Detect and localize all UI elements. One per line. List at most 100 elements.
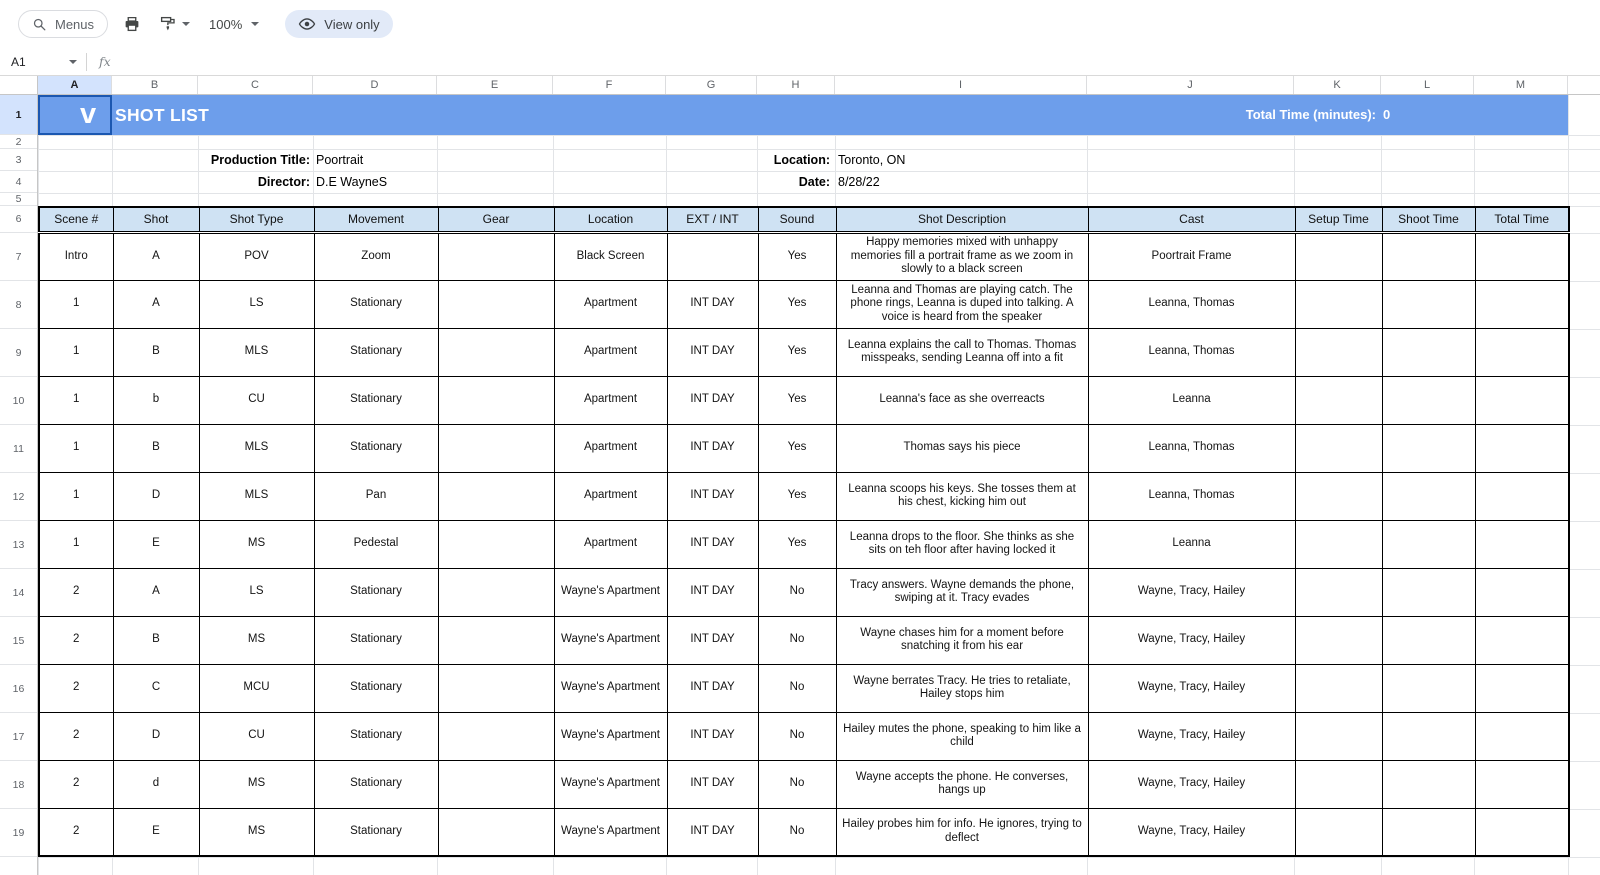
table-cell[interactable] bbox=[438, 664, 554, 712]
table-cell[interactable] bbox=[1295, 568, 1382, 616]
table-cell[interactable]: MLS bbox=[199, 328, 314, 376]
table-cell[interactable]: MLS bbox=[199, 424, 314, 472]
row-header-4[interactable]: 4 bbox=[0, 171, 37, 193]
table-cell[interactable] bbox=[1475, 520, 1569, 568]
table-cell[interactable] bbox=[1295, 424, 1382, 472]
table-cell[interactable]: 2 bbox=[39, 664, 113, 712]
table-cell[interactable]: Apartment bbox=[554, 520, 667, 568]
production-title-value[interactable]: Poortrait bbox=[316, 149, 363, 171]
row-header-17[interactable]: 17 bbox=[0, 713, 37, 761]
table-cell[interactable]: C bbox=[113, 664, 199, 712]
table-header-cell[interactable]: Scene # bbox=[39, 207, 113, 232]
table-cell[interactable]: Apartment bbox=[554, 328, 667, 376]
column-header-C[interactable]: C bbox=[198, 76, 313, 94]
date-label[interactable]: Date: bbox=[799, 171, 830, 193]
table-cell[interactable]: Stationary bbox=[314, 760, 438, 808]
table-cell[interactable] bbox=[1295, 616, 1382, 664]
table-cell[interactable] bbox=[438, 472, 554, 520]
table-cell[interactable]: Zoom bbox=[314, 232, 438, 280]
row-header-5[interactable]: 5 bbox=[0, 193, 37, 206]
table-cell[interactable] bbox=[1475, 808, 1569, 856]
table-cell[interactable]: Wayne's Apartment bbox=[554, 616, 667, 664]
view-only-badge[interactable]: View only bbox=[285, 10, 392, 38]
table-cell[interactable] bbox=[438, 376, 554, 424]
table-cell[interactable]: Stationary bbox=[314, 280, 438, 328]
table-cell[interactable]: Wayne chases him for a moment before sna… bbox=[836, 616, 1088, 664]
table-cell[interactable]: Wayne, Tracy, Hailey bbox=[1088, 568, 1295, 616]
table-cell[interactable]: Apartment bbox=[554, 280, 667, 328]
row-header-3[interactable]: 3 bbox=[0, 149, 37, 171]
table-cell[interactable]: Leanna, Thomas bbox=[1088, 280, 1295, 328]
table-cell[interactable]: MS bbox=[199, 760, 314, 808]
table-cell[interactable] bbox=[438, 328, 554, 376]
table-cell[interactable]: Leanna's face as she overreacts bbox=[836, 376, 1088, 424]
column-header-K[interactable]: K bbox=[1294, 76, 1381, 94]
table-cell[interactable]: INT DAY bbox=[667, 712, 758, 760]
table-cell[interactable]: Pan bbox=[314, 472, 438, 520]
table-cell[interactable] bbox=[1475, 280, 1569, 328]
location-value[interactable]: Toronto, ON bbox=[838, 149, 905, 171]
table-cell[interactable]: 2 bbox=[39, 760, 113, 808]
table-header-cell[interactable]: Movement bbox=[314, 207, 438, 232]
table-cell[interactable]: Leanna, Thomas bbox=[1088, 328, 1295, 376]
column-header-G[interactable]: G bbox=[666, 76, 757, 94]
table-header-cell[interactable]: Shot Description bbox=[836, 207, 1088, 232]
table-cell[interactable]: INT DAY bbox=[667, 520, 758, 568]
table-cell[interactable]: INT DAY bbox=[667, 568, 758, 616]
table-cell[interactable]: Stationary bbox=[314, 664, 438, 712]
table-cell[interactable]: Leanna bbox=[1088, 376, 1295, 424]
table-cell[interactable]: Apartment bbox=[554, 472, 667, 520]
table-cell[interactable]: Wayne, Tracy, Hailey bbox=[1088, 664, 1295, 712]
table-cell[interactable]: Leanna explains the call to Thomas. Thom… bbox=[836, 328, 1088, 376]
table-header-cell[interactable]: Total Time bbox=[1475, 207, 1569, 232]
table-cell[interactable]: 2 bbox=[39, 712, 113, 760]
table-cell[interactable]: 2 bbox=[39, 616, 113, 664]
table-cell[interactable]: Stationary bbox=[314, 808, 438, 856]
table-cell[interactable]: Stationary bbox=[314, 424, 438, 472]
table-cell[interactable] bbox=[1382, 664, 1475, 712]
table-cell[interactable]: Wayne's Apartment bbox=[554, 760, 667, 808]
table-cell[interactable]: INT DAY bbox=[667, 472, 758, 520]
table-cell[interactable]: INT DAY bbox=[667, 424, 758, 472]
director-label[interactable]: Director: bbox=[258, 171, 310, 193]
row-header-16[interactable]: 16 bbox=[0, 665, 37, 713]
table-cell[interactable] bbox=[1295, 232, 1382, 280]
table-cell[interactable]: INT DAY bbox=[667, 760, 758, 808]
paint-format-button[interactable] bbox=[156, 12, 193, 36]
table-cell[interactable]: 1 bbox=[39, 328, 113, 376]
table-cell[interactable]: 1 bbox=[39, 424, 113, 472]
table-cell[interactable] bbox=[1475, 760, 1569, 808]
table-cell[interactable]: INT DAY bbox=[667, 808, 758, 856]
table-cell[interactable] bbox=[438, 424, 554, 472]
table-cell[interactable] bbox=[1382, 760, 1475, 808]
table-cell[interactable]: B bbox=[113, 616, 199, 664]
row-header-14[interactable]: 14 bbox=[0, 569, 37, 617]
table-cell[interactable]: Leanna scoops his keys. She tosses them … bbox=[836, 472, 1088, 520]
table-cell[interactable]: MS bbox=[199, 616, 314, 664]
table-cell[interactable] bbox=[1475, 664, 1569, 712]
table-cell[interactable]: Leanna, Thomas bbox=[1088, 472, 1295, 520]
column-header-F[interactable]: F bbox=[553, 76, 666, 94]
table-cell[interactable]: 1 bbox=[39, 520, 113, 568]
table-cell[interactable]: B bbox=[113, 424, 199, 472]
table-cell[interactable]: Leanna and Thomas are playing catch. The… bbox=[836, 280, 1088, 328]
table-header-cell[interactable]: Shot bbox=[113, 207, 199, 232]
table-cell[interactable]: Yes bbox=[758, 520, 836, 568]
table-cell[interactable] bbox=[1295, 712, 1382, 760]
table-cell[interactable]: 1 bbox=[39, 472, 113, 520]
table-cell[interactable] bbox=[1475, 376, 1569, 424]
zoom-select[interactable]: 100% bbox=[209, 17, 259, 32]
table-cell[interactable]: A bbox=[113, 568, 199, 616]
table-cell[interactable]: Yes bbox=[758, 424, 836, 472]
table-cell[interactable]: E bbox=[113, 520, 199, 568]
table-cell[interactable]: No bbox=[758, 712, 836, 760]
date-value[interactable]: 8/28/22 bbox=[838, 171, 880, 193]
table-cell[interactable]: Yes bbox=[758, 376, 836, 424]
table-cell[interactable]: INT DAY bbox=[667, 664, 758, 712]
row-header-19[interactable]: 19 bbox=[0, 809, 37, 857]
table-cell[interactable] bbox=[1475, 472, 1569, 520]
table-cell[interactable]: No bbox=[758, 568, 836, 616]
table-cell[interactable]: Apartment bbox=[554, 376, 667, 424]
table-cell[interactable]: CU bbox=[199, 712, 314, 760]
table-cell[interactable] bbox=[1382, 472, 1475, 520]
